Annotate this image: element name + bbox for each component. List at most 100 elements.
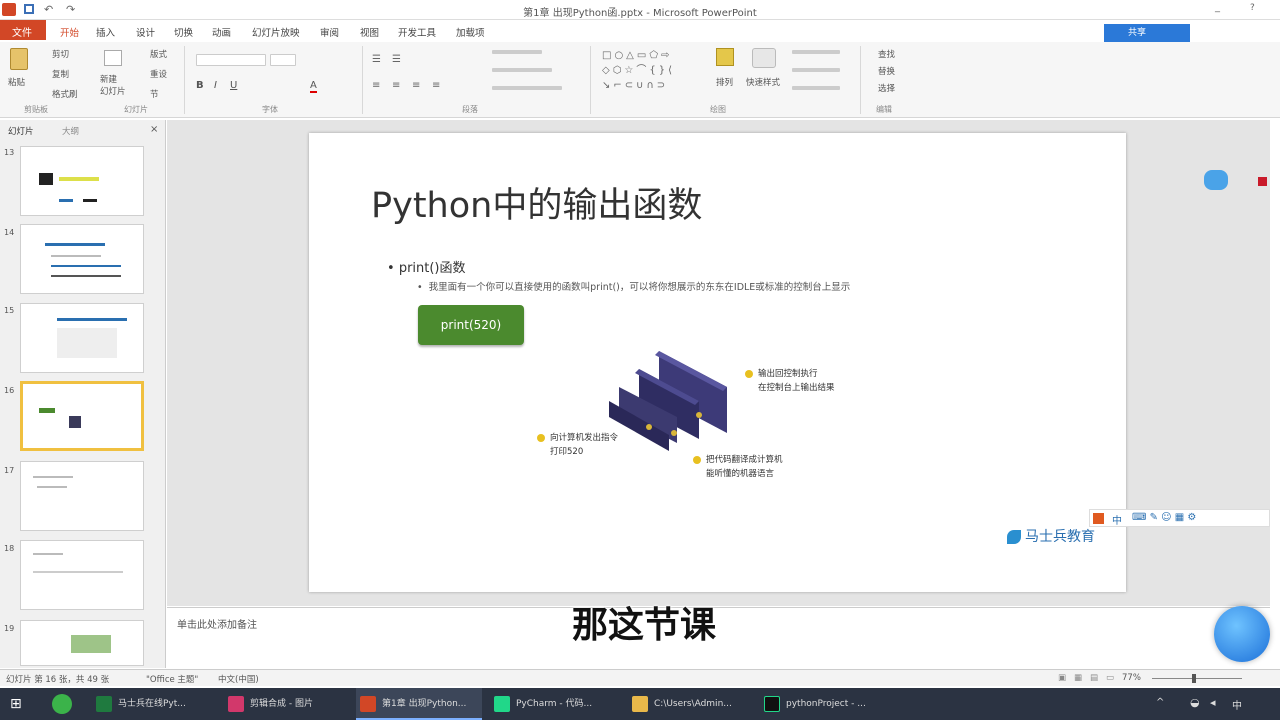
floating-assistant-ball[interactable] [1214,606,1270,662]
zoom-slider-thumb[interactable] [1192,674,1196,683]
italic-icon[interactable]: I [214,80,217,91]
font-color-icon[interactable]: A [310,80,317,93]
thumb-graphic [51,275,121,277]
paste-button[interactable]: 粘贴 [8,76,25,88]
font-size-combo[interactable] [270,54,296,66]
numbering-icon[interactable]: ☰ [392,54,401,65]
taskbar-item[interactable]: PyCharm - 代码... [490,688,616,720]
app-pycharm-icon [494,696,510,712]
tab-view[interactable]: 视图 [360,25,379,39]
share-button[interactable]: 共享 [1104,24,1190,42]
tab-animations[interactable]: 动画 [212,25,231,39]
taskbar-item-active[interactable]: 第1章 出现Python... [356,688,482,720]
thumb-number: 13 [4,148,15,157]
record-widget-icon[interactable] [1258,177,1267,186]
close-pane-icon[interactable]: × [150,124,158,135]
slide-title[interactable]: Python中的输出函数 [371,177,702,228]
slide[interactable]: Python中的输出函数 • print()函数 • 我里面有一个你可以直接使用… [309,133,1126,592]
tab-review[interactable]: 审阅 [320,25,339,39]
new-slide-button[interactable]: 新建 幻灯片 [100,74,126,98]
align-left-icon[interactable]: ≡ [372,80,380,91]
bullets-icon[interactable]: ☰ [372,54,381,65]
slide-thumbnail[interactable] [20,146,144,216]
shapes-gallery[interactable]: □○△▭⬠⇨ ◇⬡☆⌒{}⟨ ↘⌐⊂∪∩⊃ [602,48,702,92]
layout-button[interactable]: 版式 [150,48,167,60]
find-button[interactable]: 查找 [878,48,895,60]
ime-toolbar[interactable]: 中 ⌨ ✎ ☺ ▦ ⚙ [1089,509,1270,527]
thumb-number: 14 [4,228,15,237]
slide-thumbnail[interactable] [20,224,144,294]
arrange-icon[interactable] [716,48,734,66]
tab-design[interactable]: 设计 [136,25,155,39]
tab-transitions[interactable]: 切换 [174,25,193,39]
taskbar-item-label: 剪辑合成 - 图片 [250,699,313,709]
shape-fill-control[interactable] [792,50,840,54]
language-indicator[interactable]: 中文(中国) [218,673,259,685]
zoom-slider[interactable] [1152,674,1242,683]
thumb-graphic [57,328,117,358]
taskbar-item[interactable]: 马士兵在线Pyt... [92,688,220,720]
reset-button[interactable]: 重设 [150,68,167,80]
new-slide-icon[interactable] [104,50,122,66]
tab-slideshow[interactable]: 幻灯片放映 [252,25,300,39]
smartart-control[interactable] [492,86,562,90]
select-button[interactable]: 选择 [878,82,895,94]
shape-effects-control[interactable] [792,86,840,90]
normal-view-icon[interactable]: ▣ [1058,673,1066,683]
notes-placeholder[interactable]: 单击此处添加备注 [177,616,257,631]
slide-thumbnail[interactable] [20,303,144,373]
help-icon[interactable]: ? [1250,3,1255,13]
text-direction-control[interactable] [492,50,542,54]
slide-thumbnail-selected[interactable] [20,381,144,451]
print-code-box[interactable]: print(520) [418,305,524,345]
tab-addins[interactable]: 加载项 [456,25,485,39]
font-name-combo[interactable] [196,54,266,66]
slide-thumbnail[interactable] [20,620,144,666]
slide-thumbnail[interactable] [20,540,144,610]
cut-button[interactable]: 剪切 [52,48,69,60]
bullet-level-2[interactable]: • 我里面有一个你可以直接使用的函数叫print()，可以将你想展示的东东在ID… [417,279,850,293]
justify-icon[interactable]: ≡ [432,80,440,91]
align-right-icon[interactable]: ≡ [412,80,420,91]
section-button[interactable]: 节 [150,88,159,100]
taskbar-item[interactable]: C:\Users\Admin... [628,688,754,720]
tray-chevron-icon[interactable]: ^ [1156,697,1164,708]
sorter-view-icon[interactable]: ▦ [1074,673,1082,683]
slideshow-view-icon[interactable]: ▭ [1106,673,1114,683]
tray-network-icon[interactable]: ◒ [1190,696,1200,709]
tab-developer[interactable]: 开发工具 [398,25,436,39]
paste-icon[interactable] [10,48,28,70]
taskbar-item[interactable]: 剪辑合成 - 图片 [224,688,350,720]
thumb-graphic [39,408,55,413]
underline-icon[interactable]: U [230,80,237,91]
minimize-icon[interactable]: _ [1215,2,1220,13]
start-icon[interactable]: ⊞ [10,697,24,711]
align-center-icon[interactable]: ≡ [392,80,400,91]
zoom-level[interactable]: 77% [1122,673,1141,683]
bullet-level-1[interactable]: • print()函数 [387,257,466,276]
quick-styles-button[interactable]: 快速样式 [746,76,780,88]
tab-home[interactable]: 开始 [60,25,79,39]
format-painter-button[interactable]: 格式刷 [52,88,78,100]
align-text-control[interactable] [492,68,552,72]
notes-pane[interactable]: 单击此处添加备注 [167,607,1270,668]
bullet-level-1-text: print()函数 [398,261,466,276]
copy-button[interactable]: 复制 [52,68,69,80]
tab-insert[interactable]: 插入 [96,25,115,39]
cloud-widget-icon[interactable] [1204,170,1228,190]
reading-view-icon[interactable]: ▤ [1090,673,1098,683]
slide-thumbnail[interactable] [20,461,144,531]
group-label-slides: 幻灯片 [124,105,148,114]
browser-icon[interactable] [52,694,72,714]
tab-slides-pane[interactable]: 幻灯片 [8,125,34,137]
tab-outline-pane[interactable]: 大纲 [62,125,79,137]
tray-volume-icon[interactable]: ◂ [1210,696,1216,709]
ime-indicator[interactable]: 中 [1232,697,1242,712]
file-tab[interactable]: 文件 [0,20,46,40]
bold-icon[interactable]: B [196,80,204,91]
replace-button[interactable]: 替换 [878,65,895,77]
shape-outline-control[interactable] [792,68,840,72]
taskbar-item[interactable]: pythonProject - ... [760,688,886,720]
quick-styles-icon[interactable] [752,48,776,68]
arrange-button[interactable]: 排列 [716,76,733,88]
